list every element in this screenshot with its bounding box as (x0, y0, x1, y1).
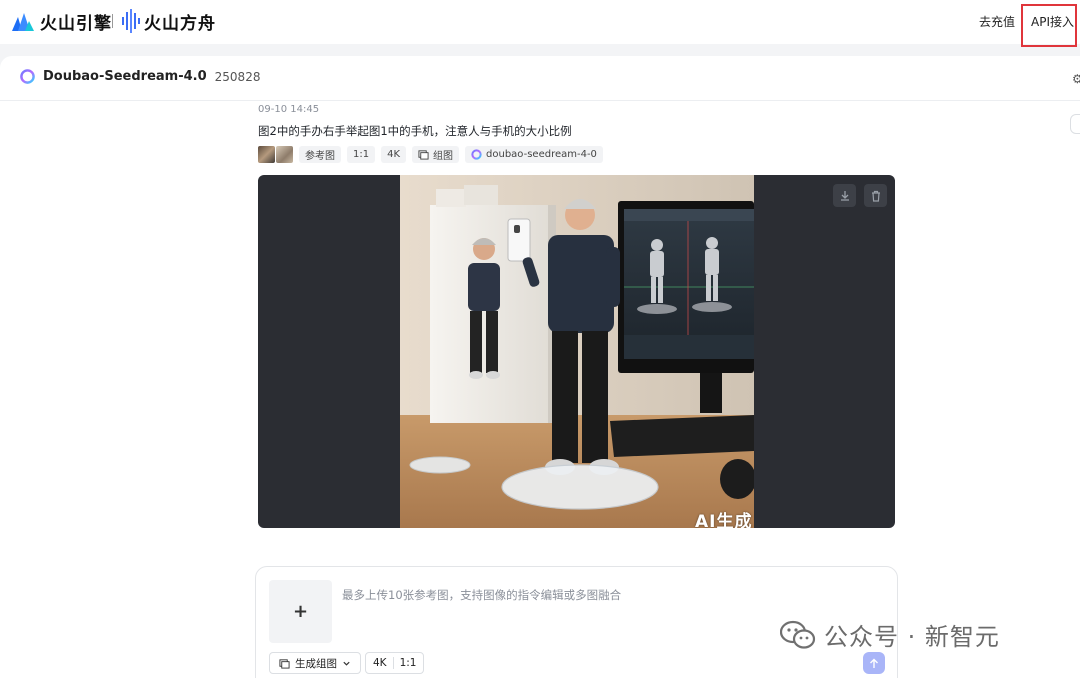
resolution-ratio-selector[interactable]: 4K 1:1 (365, 652, 425, 674)
message-timestamp: 09-10 14:45 (258, 104, 320, 115)
wechat-icon (780, 620, 816, 649)
brand-primary: 火山引擎 (40, 13, 112, 34)
reference-thumb-1[interactable] (258, 145, 275, 163)
side-panel-toggle[interactable] (1070, 114, 1080, 134)
model-tag: doubao-seedream-4-0 (465, 145, 603, 163)
download-icon (840, 190, 849, 201)
resolution-tag: 4K (381, 145, 407, 163)
model-tag-label: doubao-seedream-4-0 (486, 148, 597, 160)
ark-logo[interactable]: 火山方舟 (122, 8, 216, 34)
recharge-link[interactable]: 去充值 (979, 13, 1015, 30)
brand-divider (112, 14, 113, 28)
download-button[interactable] (833, 184, 856, 207)
mode-tag: 组图 (412, 145, 460, 163)
prompt-text: 图2中的手办右手举起图1中的手机，注意人与手机的大小比例 (258, 124, 572, 138)
resolution-value: 4K (373, 657, 387, 669)
api-highlight-box (1021, 4, 1077, 47)
wechat-watermark: 公众号 · 新智元 (780, 617, 1000, 652)
prompt-input-placeholder[interactable]: 最多上传10张参考图，支持图像的指令编辑或多图融合 (342, 587, 621, 603)
gallery-icon (418, 149, 429, 160)
doubao-model-icon (471, 148, 482, 160)
generated-image-card: AI生成 (258, 175, 895, 528)
plus-icon: + (292, 601, 309, 622)
prompt-tags: 参考图 1:1 4K 组图 doubao-seedream-4-0 (258, 145, 603, 163)
volcano-icon (12, 13, 34, 31)
chevron-down-icon (343, 661, 350, 666)
ratio-value: 1:1 (399, 657, 417, 669)
reference-thumbnails[interactable] (258, 145, 293, 163)
generated-image[interactable] (400, 175, 754, 528)
settings-icon[interactable]: ⚙ (1072, 72, 1080, 86)
upload-reference-button[interactable]: + (269, 580, 332, 643)
generate-mode-dropdown[interactable]: 生成组图 (269, 652, 361, 674)
doubao-model-icon (20, 69, 35, 84)
model-version: 250828 (214, 69, 261, 84)
trash-icon (871, 190, 880, 202)
top-bar: 火山引擎 火山方舟 去充值 API接入 (0, 0, 1080, 47)
selector-divider (392, 657, 394, 669)
send-button[interactable] (863, 652, 885, 674)
mode-tag-label: 组图 (433, 150, 454, 162)
soundwave-icon (122, 9, 140, 33)
gallery-icon (279, 658, 290, 669)
delete-button[interactable] (864, 184, 887, 207)
arrow-up-icon (870, 658, 878, 668)
reference-tag: 参考图 (299, 145, 341, 163)
main-panel: Doubao-Seedream-4.0 250828 ⚙ 09-10 14:45… (0, 56, 1080, 678)
header-divider (0, 100, 1080, 101)
model-name: Doubao-Seedream-4.0 (43, 69, 207, 84)
ai-generated-label: AI生成 (695, 512, 753, 528)
model-header: Doubao-Seedream-4.0 250828 (20, 69, 260, 84)
watermark-text: 公众号 · 新智元 (824, 623, 1000, 651)
generate-mode-label: 生成组图 (295, 657, 337, 670)
ratio-tag: 1:1 (347, 145, 376, 163)
brand-secondary: 火山方舟 (144, 13, 216, 34)
volcengine-logo[interactable]: 火山引擎 (12, 10, 112, 34)
figure-photo-illustration (400, 175, 754, 528)
reference-thumb-2[interactable] (276, 145, 293, 163)
